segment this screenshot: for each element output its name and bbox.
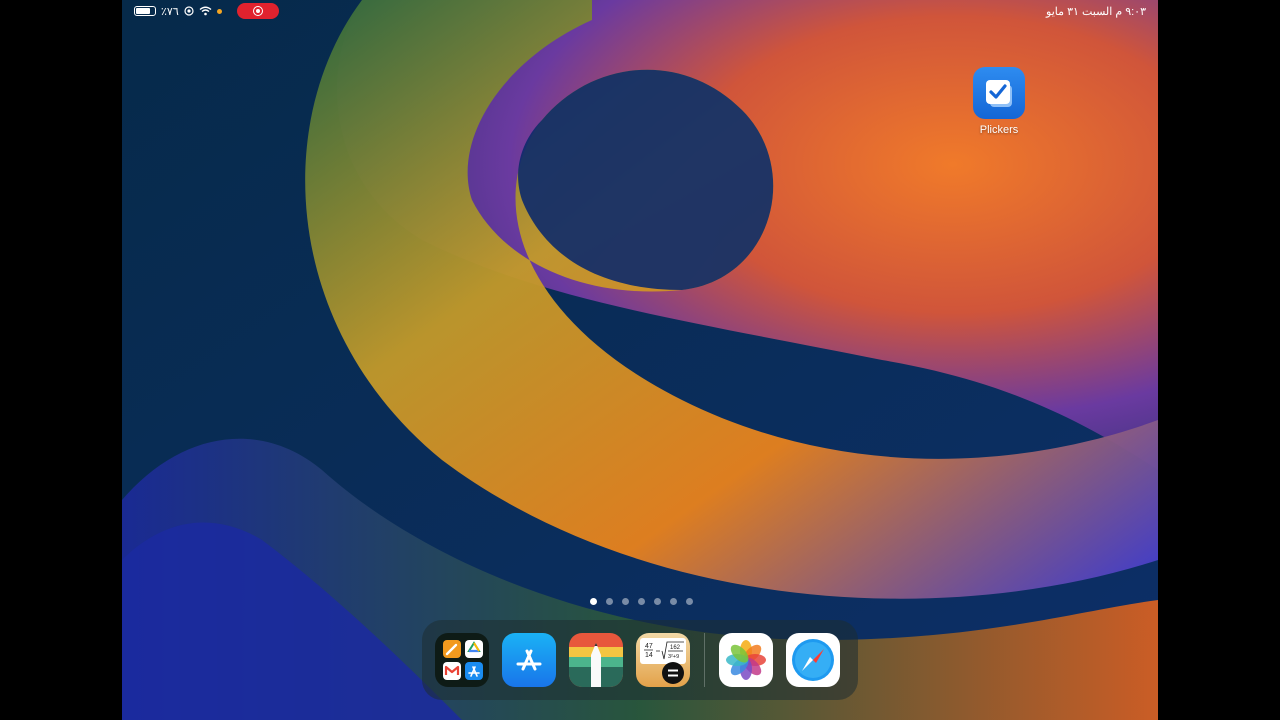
status-bar-right: ٩:٠٣ م السبت ٣١ مايو xyxy=(1046,2,1146,20)
ipad-home-screen: ٪٧٦ ٩:٠٣ م السبت ٣١ مايو Plickers 47 14 … xyxy=(122,0,1158,720)
page-dot[interactable] xyxy=(686,598,693,605)
page-dot[interactable] xyxy=(622,598,629,605)
dock: 47 14 162 3²+9 xyxy=(422,620,858,700)
page-dot[interactable] xyxy=(606,598,613,605)
dock-app-calculator[interactable]: 47 14 162 3²+9 xyxy=(636,633,690,687)
photos-flower-icon xyxy=(726,640,766,680)
gmail-icon xyxy=(443,662,461,680)
safari-compass-icon xyxy=(792,639,834,681)
pencil-app-icon xyxy=(443,640,461,658)
page-dot[interactable] xyxy=(638,598,645,605)
battery-percent: ٪٧٦ xyxy=(161,5,179,18)
dock-app-notes[interactable] xyxy=(569,633,623,687)
svg-text:162: 162 xyxy=(670,645,681,651)
svg-text:14: 14 xyxy=(645,652,653,659)
page-dot[interactable] xyxy=(654,598,661,605)
wifi-icon xyxy=(199,6,212,16)
dock-app-folder[interactable] xyxy=(435,633,489,687)
app-store-mini-icon xyxy=(465,662,483,680)
plickers-checkmark-icon xyxy=(973,67,1025,119)
svg-text:3²+9: 3²+9 xyxy=(668,654,679,660)
dock-separator xyxy=(704,633,705,687)
dock-app-safari[interactable] xyxy=(786,633,840,687)
battery-icon xyxy=(134,6,156,16)
app-label: Plickers xyxy=(979,124,1019,136)
record-icon xyxy=(252,6,263,16)
app-plickers[interactable]: Plickers xyxy=(973,67,1025,136)
google-drive-icon xyxy=(465,640,483,658)
screen-recording-button[interactable] xyxy=(236,3,279,19)
video-frame: ٪٧٦ ٩:٠٣ م السبت ٣١ مايو Plickers 47 14 … xyxy=(0,0,1280,720)
dock-app-app-store[interactable] xyxy=(502,633,556,687)
page-dot[interactable] xyxy=(670,598,677,605)
notes-pencil-icon xyxy=(569,643,623,687)
dock-app-photos[interactable] xyxy=(719,633,773,687)
date-time: ٩:٠٣ م السبت ٣١ مايو xyxy=(1046,5,1146,18)
mic-indicator-dot xyxy=(216,8,222,14)
location-icon xyxy=(184,6,194,16)
page-indicator[interactable] xyxy=(590,598,693,605)
math-calculator-icon: 47 14 162 3²+9 xyxy=(640,638,686,684)
status-bar-left: ٪٧٦ xyxy=(134,2,279,20)
page-dot[interactable] xyxy=(590,598,597,605)
svg-text:47: 47 xyxy=(645,643,653,650)
app-store-icon xyxy=(516,649,542,671)
